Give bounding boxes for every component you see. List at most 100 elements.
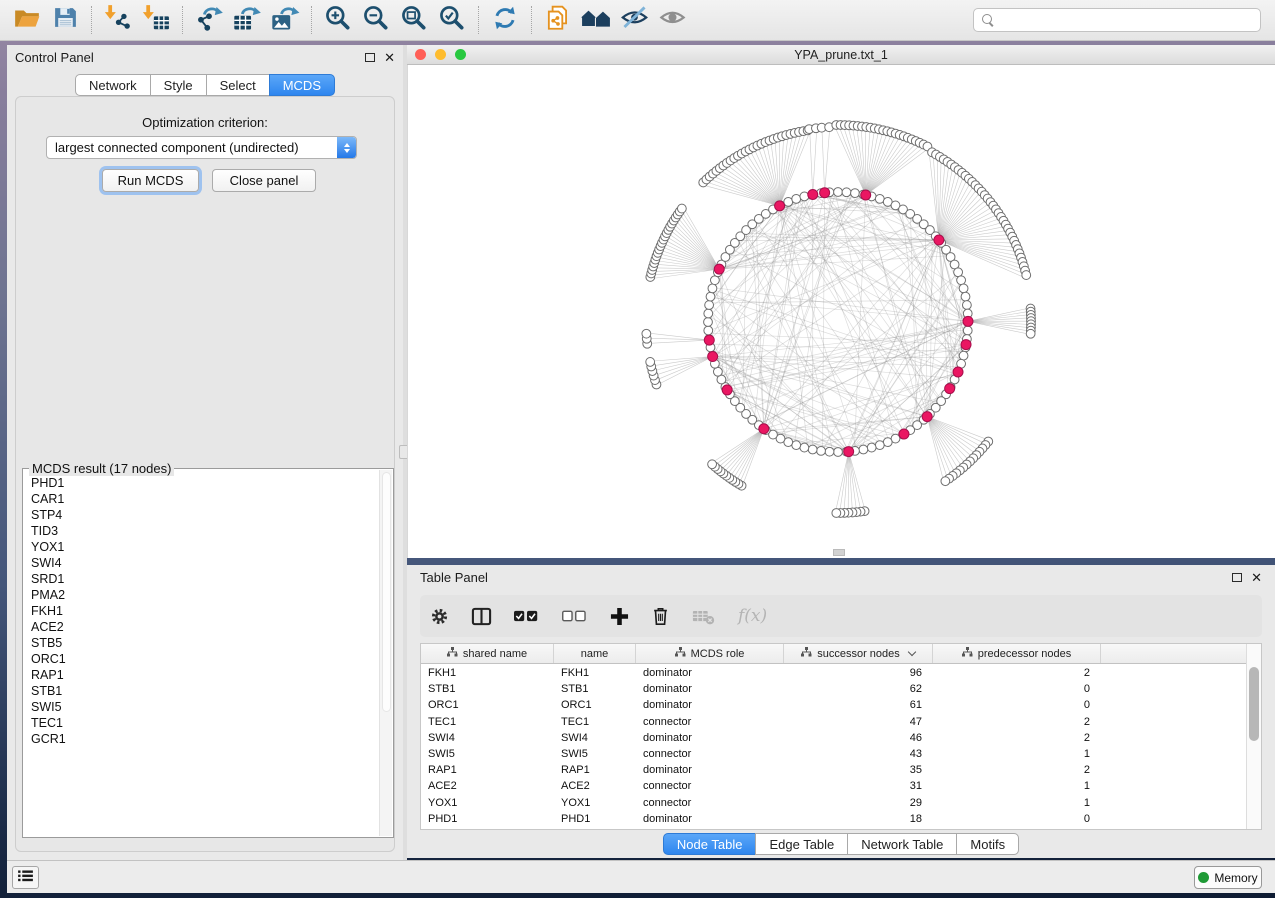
column-header-successor-nodes[interactable]: successor nodes: [784, 644, 933, 663]
task-history-button[interactable]: [12, 866, 39, 889]
mcds-node-item[interactable]: TID3: [31, 523, 379, 539]
mcds-node-item[interactable]: PHD1: [31, 475, 379, 491]
mcds-node-item[interactable]: ACE2: [31, 619, 379, 635]
mcds-node-item[interactable]: CAR1: [31, 491, 379, 507]
table-row[interactable]: RAP1RAP1dominator352: [421, 762, 1246, 778]
criterion-dropdown[interactable]: largest connected component (undirected): [46, 136, 357, 159]
table-row[interactable]: YOX1YOX1connector291: [421, 795, 1246, 811]
mcds-node-item[interactable]: SWI4: [31, 555, 379, 571]
table-panel-titlebar: Table Panel ✕: [407, 565, 1275, 589]
import-network-button[interactable]: [99, 3, 137, 37]
memory-status-icon: [1198, 872, 1209, 883]
mcds-result-list[interactable]: PHD1CAR1STP4TID3YOX1SWI4SRD1PMA2FKH1ACE2…: [24, 475, 379, 835]
panel-resize-handle[interactable]: [833, 549, 845, 556]
mcds-list-scrollbar[interactable]: [379, 470, 392, 836]
save-icon: [52, 4, 79, 36]
table-row[interactable]: STB1STB1dominator620: [421, 681, 1246, 697]
memory-button[interactable]: Memory: [1194, 866, 1262, 889]
toolbar-separator: [531, 6, 532, 34]
export-table-button[interactable]: [228, 3, 266, 37]
toolbar-separator: [478, 6, 479, 34]
table-scrollbar-thumb[interactable]: [1249, 667, 1259, 741]
table-row[interactable]: ACE2ACE2connector311: [421, 778, 1246, 794]
mcds-result-title: MCDS result (17 nodes): [29, 461, 174, 476]
search-input[interactable]: [1001, 13, 1252, 27]
clone-network-button[interactable]: [539, 3, 577, 37]
column-header-shared-name[interactable]: shared name: [421, 644, 554, 663]
first-neighbors-button[interactable]: [577, 3, 615, 37]
network-canvas[interactable]: [407, 65, 1275, 558]
mcds-result-box: MCDS result (17 nodes) PHD1CAR1STP4TID3Y…: [22, 468, 394, 838]
zoom-out-icon: [362, 4, 390, 37]
zoom-selected-button[interactable]: [433, 3, 471, 37]
import-table-icon: [142, 4, 170, 37]
tab-style[interactable]: Style: [150, 74, 207, 96]
add-column-icon[interactable]: [610, 607, 629, 626]
select-all-icon[interactable]: [514, 609, 540, 623]
desktop: Control Panel ✕ NetworkStyleSelectMCDS O…: [0, 0, 1275, 898]
tab-motifs[interactable]: Motifs: [956, 833, 1019, 855]
tab-mcds[interactable]: MCDS: [269, 74, 335, 96]
float-table-panel-button[interactable]: [1232, 573, 1242, 582]
mcds-node-item[interactable]: TEC1: [31, 715, 379, 731]
close-table-panel-icon[interactable]: ✕: [1251, 571, 1262, 584]
table-row[interactable]: SWI4SWI4dominator462: [421, 730, 1246, 746]
column-selector-icon[interactable]: [471, 606, 492, 627]
close-panel-button[interactable]: Close panel: [212, 169, 316, 192]
delete-column-icon[interactable]: [651, 606, 670, 626]
zoom-in-button[interactable]: [319, 3, 357, 37]
mcds-node-item[interactable]: RAP1: [31, 667, 379, 683]
export-network-button[interactable]: [190, 3, 228, 37]
column-header-predecessor-nodes[interactable]: predecessor nodes: [933, 644, 1101, 663]
column-header-MCDS-role[interactable]: MCDS role: [636, 644, 784, 663]
table-row[interactable]: TEC1TEC1connector472: [421, 714, 1246, 730]
deselect-all-icon[interactable]: [562, 609, 588, 623]
apply-layout-button[interactable]: [486, 3, 524, 37]
column-type-icon: [675, 647, 686, 660]
mcds-node-item[interactable]: FKH1: [31, 603, 379, 619]
network-graph: [408, 65, 1275, 558]
table-row[interactable]: FKH1FKH1dominator962: [421, 665, 1246, 681]
table-row[interactable]: SWI5SWI5connector431: [421, 746, 1246, 762]
export-image-button[interactable]: [266, 3, 304, 37]
save-session-button[interactable]: [46, 3, 84, 37]
main-toolbar: [0, 0, 1275, 41]
search-box[interactable]: [973, 8, 1261, 32]
mcds-node-item[interactable]: STP4: [31, 507, 379, 523]
float-panel-button[interactable]: [365, 53, 375, 62]
table-panel: Table Panel ✕ f(x) shared namenameMCDS r…: [407, 565, 1275, 858]
table-row[interactable]: PHD1PHD1dominator180: [421, 811, 1246, 827]
mcds-node-item[interactable]: STB1: [31, 683, 379, 699]
mcds-node-item[interactable]: SWI5: [31, 699, 379, 715]
node-table: shared namenameMCDS rolesuccessor nodesp…: [420, 643, 1262, 830]
zoom-fit-button[interactable]: [395, 3, 433, 37]
close-panel-icon[interactable]: ✕: [384, 51, 395, 64]
tab-network-table[interactable]: Network Table: [847, 833, 957, 855]
mcds-node-item[interactable]: YOX1: [31, 539, 379, 555]
eye-slash-icon: [620, 3, 649, 37]
tab-select[interactable]: Select: [206, 74, 270, 96]
mcds-node-item[interactable]: PMA2: [31, 587, 379, 603]
mcds-node-item[interactable]: SRD1: [31, 571, 379, 587]
hide-selected-button[interactable]: [615, 3, 653, 37]
tab-edge-table[interactable]: Edge Table: [755, 833, 848, 855]
column-header-name[interactable]: name: [554, 644, 636, 663]
tab-node-table[interactable]: Node Table: [663, 833, 757, 855]
zoom-in-icon: [324, 4, 352, 37]
mcds-node-item[interactable]: GCR1: [31, 731, 379, 747]
settings-gear-icon[interactable]: [430, 607, 449, 626]
table-row[interactable]: ORC1ORC1dominator610: [421, 697, 1246, 713]
open-session-button[interactable]: [8, 3, 46, 37]
mcds-node-item[interactable]: ORC1: [31, 651, 379, 667]
delete-table-icon: [692, 608, 716, 625]
show-all-button[interactable]: [653, 3, 691, 37]
import-table-button[interactable]: [137, 3, 175, 37]
tab-network[interactable]: Network: [75, 74, 151, 96]
run-mcds-button[interactable]: Run MCDS: [102, 169, 199, 192]
zoom-out-button[interactable]: [357, 3, 395, 37]
control-panel-title: Control Panel: [15, 50, 94, 65]
mcds-node-item[interactable]: STB5: [31, 635, 379, 651]
control-panel-tabs: NetworkStyleSelectMCDS: [7, 74, 403, 96]
table-scrollbar[interactable]: [1246, 644, 1261, 829]
column-type-icon: [447, 647, 458, 660]
